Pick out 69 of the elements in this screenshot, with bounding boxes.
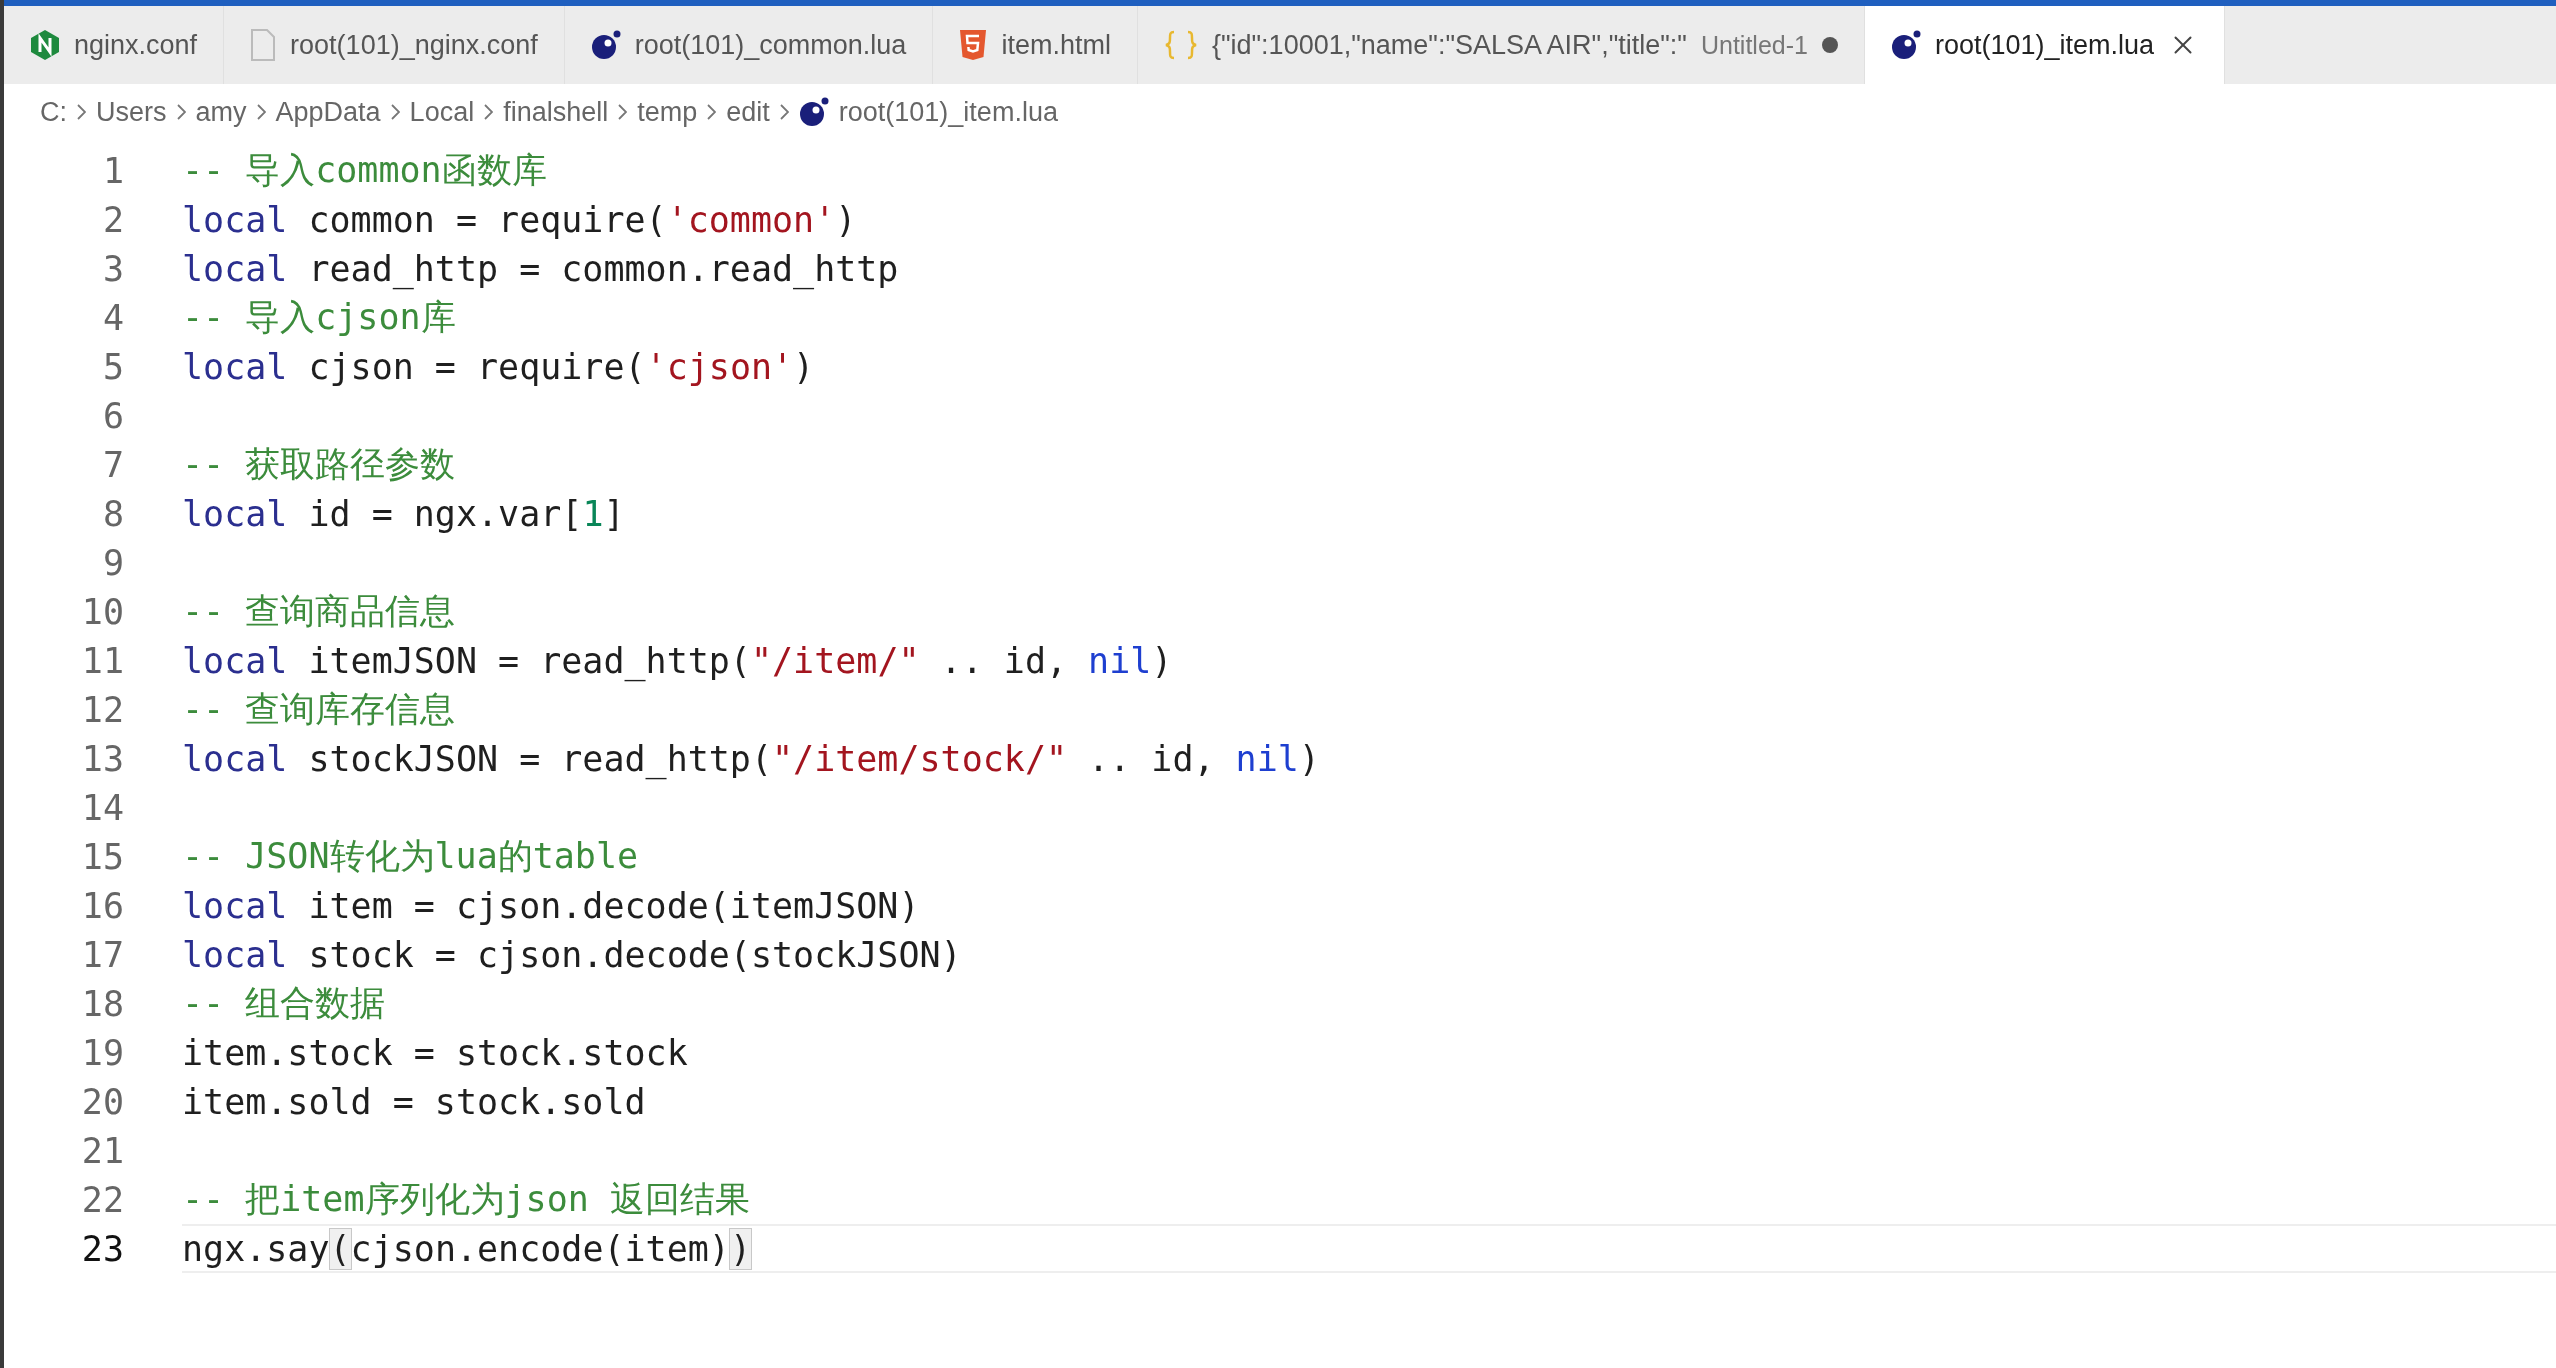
code-line: local item = cjson.decode(itemJSON) (182, 884, 921, 928)
code-line: -- 导入cjson库 (182, 296, 457, 339)
code-line: -- 导入common函数库 (182, 149, 548, 192)
chevron-icon (779, 104, 789, 120)
code-line: -- 获取路径参数 (182, 443, 457, 486)
moon-circle-icon (590, 30, 621, 60)
line-number: 7 (101, 444, 124, 485)
editor-tab[interactable]: root(101)_item.lua (1864, 6, 2226, 84)
hexagon-letter-icon (30, 29, 60, 61)
line-number: 22 (80, 1179, 124, 1220)
line-number: 15 (80, 836, 124, 877)
line-number: 19 (80, 1032, 124, 1073)
code-line: item.sold = stock.sold (182, 1080, 647, 1124)
breadcrumb-item[interactable]: finalshell (503, 96, 609, 128)
code-line: -- 查询商品信息 (182, 590, 457, 633)
code-line: -- 组合数据 (182, 982, 387, 1025)
line-number: 8 (101, 493, 124, 534)
line-number: 18 (80, 983, 124, 1024)
code-line: ngx.say(cjson.encode(item)) (182, 1224, 2556, 1273)
line-number: 17 (80, 934, 124, 975)
code-line: local cjson = require('cjson') (182, 345, 816, 389)
code-line: -- 查询库存信息 (182, 688, 457, 731)
line-number: 3 (101, 248, 124, 289)
line-number: 5 (101, 346, 124, 387)
chevron-icon (176, 104, 186, 120)
code-line: local id = ngx.var[1] (182, 492, 626, 536)
line-number: 10 (80, 591, 124, 632)
code-line: local stock = cjson.decode(stockJSON) (182, 933, 963, 977)
breadcrumb-item[interactable]: edit (726, 96, 770, 128)
chevron-icon (390, 104, 400, 120)
code-line: -- JSON转化为lua的table (182, 835, 640, 878)
code-line: local stockJSON = read_http("/item/stock/" .. id, nil) (182, 737, 1321, 782)
code-line: item.stock = stock.stock (182, 1031, 689, 1075)
chevron-icon (484, 104, 494, 120)
breadcrumb-item[interactable]: temp (637, 96, 698, 128)
breadcrumb-item[interactable]: C: (40, 96, 67, 128)
chevron-icon (256, 104, 266, 120)
breadcrumb-item[interactable]: Local (409, 96, 475, 128)
line-number: 11 (80, 640, 124, 681)
code-line: -- 把item序列化为json 返回结果 (182, 1178, 751, 1221)
line-number: 21 (80, 1130, 124, 1171)
line-number: 16 (80, 885, 124, 926)
chevron-icon (707, 104, 717, 120)
line-number: 9 (101, 542, 124, 583)
chevron-icon (618, 104, 628, 120)
chevron-icon (77, 104, 86, 120)
breadcrumb-item[interactable]: root(101)_item.lua (798, 96, 1058, 128)
line-number: 14 (80, 787, 124, 828)
braces-icon (1163, 30, 1198, 60)
moon-circle-icon (1890, 30, 1921, 60)
line-number: 1 (101, 150, 124, 191)
file-icon (250, 29, 277, 61)
code-line: local common = require('common') (182, 198, 858, 242)
line-number: 20 (80, 1081, 124, 1122)
line-number: 2 (101, 199, 124, 240)
line-number: 23 (80, 1228, 124, 1269)
breadcrumb-label[interactable]: root(101)_item.lua (838, 96, 1058, 128)
line-number: 6 (101, 395, 124, 436)
breadcrumb-item[interactable]: Users (96, 96, 167, 128)
breadcrumb-item[interactable]: AppData (275, 96, 381, 128)
code-line: local read_http = common.read_http (182, 247, 900, 292)
shield-five-icon (959, 29, 988, 61)
moon-circle-icon (798, 97, 829, 127)
line-number: 12 (80, 689, 124, 730)
code-line: local itemJSON = read_http("/item/" .. id, nil) (182, 639, 1174, 684)
line-number: 13 (80, 738, 124, 779)
breadcrumb-item[interactable]: amy (195, 96, 247, 128)
line-number: 4 (101, 297, 124, 338)
tab-description: Untitled-1 (1700, 30, 1808, 60)
